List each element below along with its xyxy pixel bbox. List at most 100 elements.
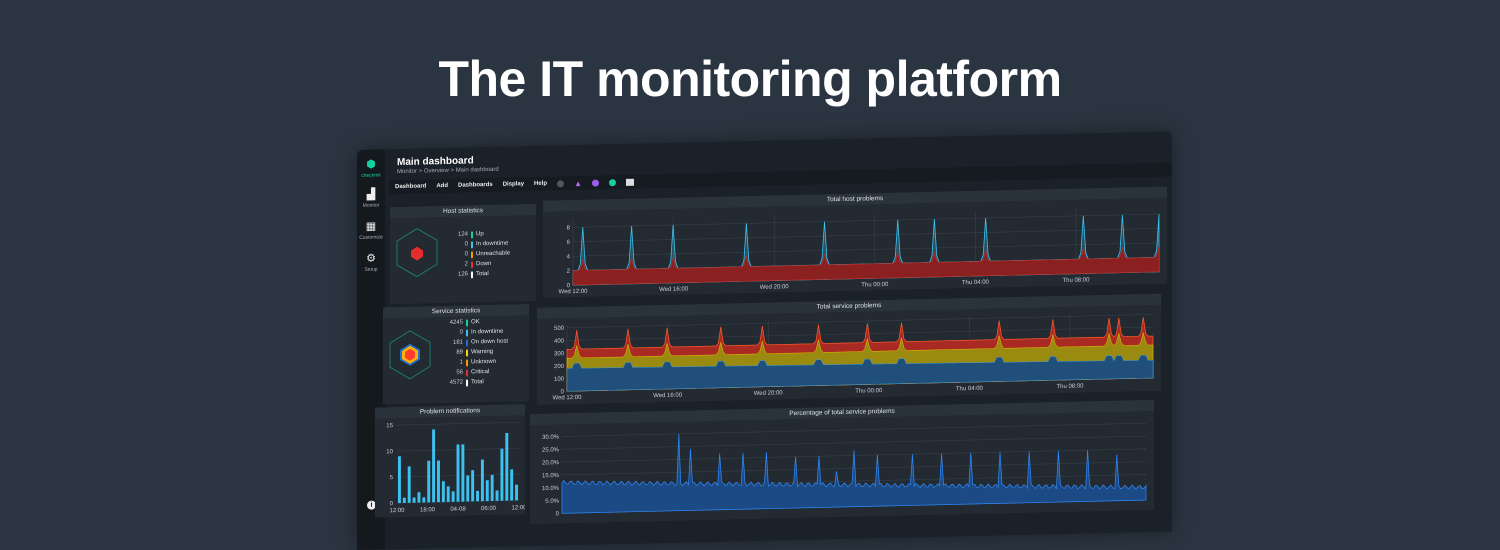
- sidebar-label: Setup: [364, 266, 378, 273]
- legend-count: 0: [464, 241, 468, 248]
- sidebar-item-monitor[interactable]: ▟ Monitor: [357, 187, 385, 209]
- y-tick-label: 0: [556, 511, 560, 517]
- legend-label: Down: [476, 260, 492, 268]
- x-tick-label: Wed 16:00: [653, 393, 683, 400]
- y-tick-label: 25.0%: [542, 447, 560, 453]
- x-tick-label: Thu 00:00: [855, 388, 883, 395]
- notification-bar: [461, 444, 465, 502]
- y-tick-label: 15.0%: [542, 473, 560, 479]
- warning-triangle-icon[interactable]: ▲: [574, 178, 582, 187]
- total-host-problems-panel: Total host problems 0 2 4 6 8 Wed 12:00 Wed 16…: [543, 186, 1167, 298]
- menu-add[interactable]: Add: [436, 183, 448, 189]
- y-tick-label: 5: [390, 475, 394, 481]
- menu-display[interactable]: Display: [503, 181, 524, 187]
- legend-count: 4245: [449, 319, 463, 326]
- menu-dashboard[interactable]: Dashboard: [395, 183, 426, 190]
- legend-label: Unknown: [471, 358, 497, 366]
- gridline: [573, 242, 1159, 257]
- y-tick-label: 8: [567, 225, 571, 231]
- toggle-icon[interactable]: [557, 179, 565, 187]
- legend-swatch: [466, 358, 468, 367]
- gridline: [567, 314, 1153, 329]
- percentage-service-problems-panel: Percentage of total service problems 0 5.…: [530, 399, 1154, 525]
- legend-swatch: [466, 318, 468, 327]
- legend-count: 2: [464, 261, 468, 268]
- notification-bar: [407, 466, 411, 503]
- problem-notifications-chart: 0 5 10 15 12:00 18:00 04-08 06:00 12:00: [386, 422, 525, 514]
- notification-bar: [500, 448, 504, 501]
- menu-dashboards[interactable]: Dashboards: [458, 182, 493, 189]
- notification-bar: [451, 491, 455, 502]
- notification-bar: [441, 481, 445, 503]
- notification-bar: [471, 470, 475, 502]
- x-tick-label: Thu 00:00: [861, 282, 889, 289]
- y-tick-label: 300: [554, 351, 565, 357]
- legend-count: 89: [456, 349, 463, 356]
- x-tick-label: 18:00: [420, 507, 436, 513]
- notification-bar: [397, 456, 401, 504]
- legend-swatch: [466, 328, 468, 337]
- service-statistics-panel: Service statistics 4245 OK 0 In downtime 181…: [383, 304, 529, 405]
- menu-help[interactable]: Help: [534, 181, 547, 187]
- headline: The IT monitoring platform: [438, 51, 1062, 107]
- y-tick-label: 20.0%: [542, 460, 560, 466]
- notification-bar: [495, 490, 499, 501]
- legend-swatch: [471, 270, 473, 278]
- gear-icon: ⚙: [366, 252, 376, 265]
- legend-swatch: [466, 378, 468, 387]
- total-service-problems-chart: 0100200300400500Wed 12:00 Wed 16:00 Wed 20…: [553, 313, 1154, 402]
- x-tick-label: Thu 08:00: [1062, 277, 1090, 284]
- y-tick-label: 0: [390, 501, 394, 507]
- host-legend: 124 Up 0 In downtime 0 Unreachable 2 Down 126 Tot…: [442, 229, 510, 281]
- y-tick-label: 15: [386, 423, 393, 429]
- host-statistics-panel: Host statistics 124 Up 0 In downtime 0 Unreac…: [390, 203, 536, 305]
- notification-bar: [510, 469, 514, 501]
- notification-bar: [402, 497, 406, 503]
- checkmk-logo[interactable]: ⬢ checkmk: [357, 157, 385, 179]
- legend-swatch: [466, 338, 468, 347]
- gridline: [397, 422, 519, 426]
- legend-label: Warning: [471, 348, 494, 356]
- notification-bar: [490, 474, 494, 501]
- sidebar-item-setup[interactable]: ⚙ Setup: [357, 251, 385, 273]
- grid-icon: ▦: [365, 220, 377, 233]
- shield-icon[interactable]: [591, 179, 599, 187]
- sidebar-label: Monitor: [362, 202, 380, 209]
- legend-label: Unreachable: [476, 250, 511, 258]
- legend-swatch: [471, 240, 473, 248]
- gridline: [562, 435, 1146, 450]
- notification-bar: [427, 460, 431, 503]
- y-tick-label: 2: [567, 269, 571, 275]
- gridline: [562, 422, 1146, 437]
- legend-row[interactable]: 126 Total: [442, 269, 510, 281]
- gridline: [573, 213, 1159, 228]
- x-tick-label: Wed 16:00: [659, 286, 689, 293]
- x-tick-label: 12:00: [389, 508, 405, 514]
- notification-bar: [412, 497, 416, 503]
- x-tick-label: Thu 04:00: [956, 386, 984, 393]
- status-icon[interactable]: [608, 178, 616, 186]
- legend-row[interactable]: 4572 Total: [437, 377, 508, 389]
- legend-count: 0: [464, 251, 468, 258]
- x-tick-label: Wed 20:00: [754, 390, 784, 397]
- gridline: [573, 228, 1159, 243]
- legend-label: Total: [471, 379, 484, 386]
- x-tick-label: Thu 08:00: [1056, 383, 1084, 390]
- calendar-icon[interactable]: [625, 178, 634, 186]
- legend-count: 4572: [449, 379, 463, 386]
- x-tick-label: Wed 20:00: [760, 284, 790, 291]
- total-service-problems-panel: Total service problems 0 100 200 300 400 500 W…: [537, 293, 1161, 405]
- legend-swatch: [466, 368, 468, 377]
- logo-text: checkmk: [361, 172, 381, 179]
- y-tick-label: 6: [567, 240, 571, 246]
- legend-label: Up: [476, 231, 484, 238]
- legend-count: 124: [457, 231, 468, 238]
- sidebar-item-customize[interactable]: ▦ Customize: [357, 219, 385, 241]
- legend-swatch: [471, 250, 473, 258]
- x-tick-label: Wed 12:00: [553, 395, 583, 402]
- y-tick-label: 500: [554, 326, 565, 332]
- percentage-service-problems-chart: 05.0%10.0%15.0%20.0%25.0%30.0%: [542, 422, 1147, 517]
- x-tick-label: 12:00: [511, 505, 525, 511]
- notification-bar: [466, 475, 470, 502]
- legend-count: 126: [457, 271, 468, 278]
